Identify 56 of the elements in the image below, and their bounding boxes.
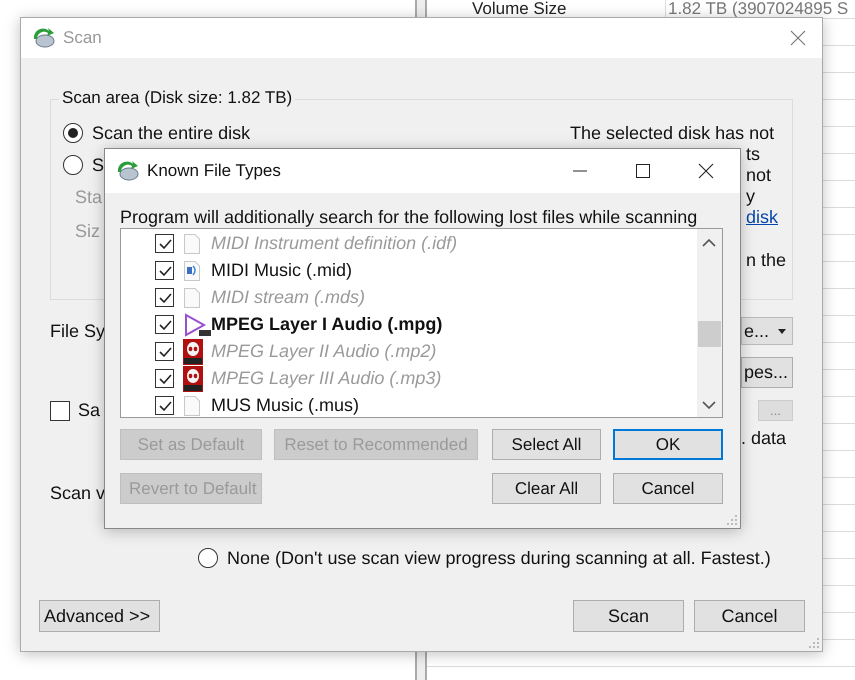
checkbox[interactable] (155, 315, 174, 334)
checkbox-label: Sa (78, 400, 100, 421)
note-text: The selected disk has not (570, 123, 774, 144)
option-label: None (Don't use scan view progress during scanning at all. Fastest.) (227, 548, 771, 568)
group-title: Scan area (Disk size: 1.82 TB) (59, 88, 296, 108)
description-text: Program will additionally search for the following lost files while scanning (120, 207, 698, 228)
radio-button[interactable] (63, 123, 83, 143)
caret-icon (778, 328, 786, 334)
window-title: Scan (63, 28, 102, 48)
note-text: ts (746, 144, 760, 165)
note-text: n the (746, 250, 786, 271)
chevron-up-icon[interactable] (702, 239, 716, 247)
field-label: Siz (75, 221, 100, 241)
music-file-icon (183, 260, 201, 282)
window-title: Known File Types (147, 161, 281, 181)
disk-icon (115, 160, 139, 182)
radio-button[interactable] (198, 548, 218, 568)
disk-icon (31, 27, 55, 49)
button[interactable]: Clear All (492, 473, 601, 504)
button[interactable]: pes... (741, 357, 793, 388)
button[interactable]: Cancel (613, 473, 723, 504)
field-label: Sta (75, 187, 102, 207)
radio-button[interactable] (63, 155, 83, 175)
table-cell-text: Volume Size (472, 0, 568, 18)
list-item[interactable]: MIDI Music (.mid) (211, 260, 352, 281)
document-icon (183, 232, 201, 254)
button[interactable]: Scan (573, 600, 684, 632)
document-icon (183, 286, 201, 308)
scrollbar-thumb[interactable] (698, 321, 721, 347)
chevron-down-icon[interactable] (702, 401, 716, 409)
button[interactable]: OK (613, 429, 723, 460)
note-text: . data (741, 428, 788, 448)
list-item[interactable]: MUS Music (.mus) (211, 395, 359, 416)
button[interactable]: Cancel (694, 600, 805, 632)
option-label: S (92, 154, 104, 176)
option-label: Scan the entire disk (92, 122, 250, 144)
skull-icon (183, 338, 205, 364)
resize-grip-icon (809, 638, 819, 648)
skull-icon (183, 366, 205, 392)
list-item[interactable]: MPEG Layer I Audio (.mpg) (211, 314, 442, 335)
play-icon (183, 312, 213, 336)
checkbox[interactable] (155, 261, 174, 280)
resize-grip-icon (727, 515, 737, 525)
button[interactable]: Select All (492, 429, 601, 460)
checkbox[interactable] (155, 396, 174, 415)
field-label: File Sy (50, 320, 106, 342)
scrollbar[interactable] (697, 229, 722, 417)
checkbox[interactable] (50, 400, 70, 420)
link[interactable]: disk (746, 207, 778, 228)
maximize-icon[interactable] (635, 163, 651, 179)
note-text: y (746, 186, 755, 207)
close-icon[interactable] (698, 163, 714, 179)
advanced-button[interactable]: Advanced >> (39, 600, 160, 632)
dropdown[interactable]: e... (741, 317, 793, 345)
note-text: not (746, 165, 772, 186)
field-label: Scan v (50, 483, 106, 504)
